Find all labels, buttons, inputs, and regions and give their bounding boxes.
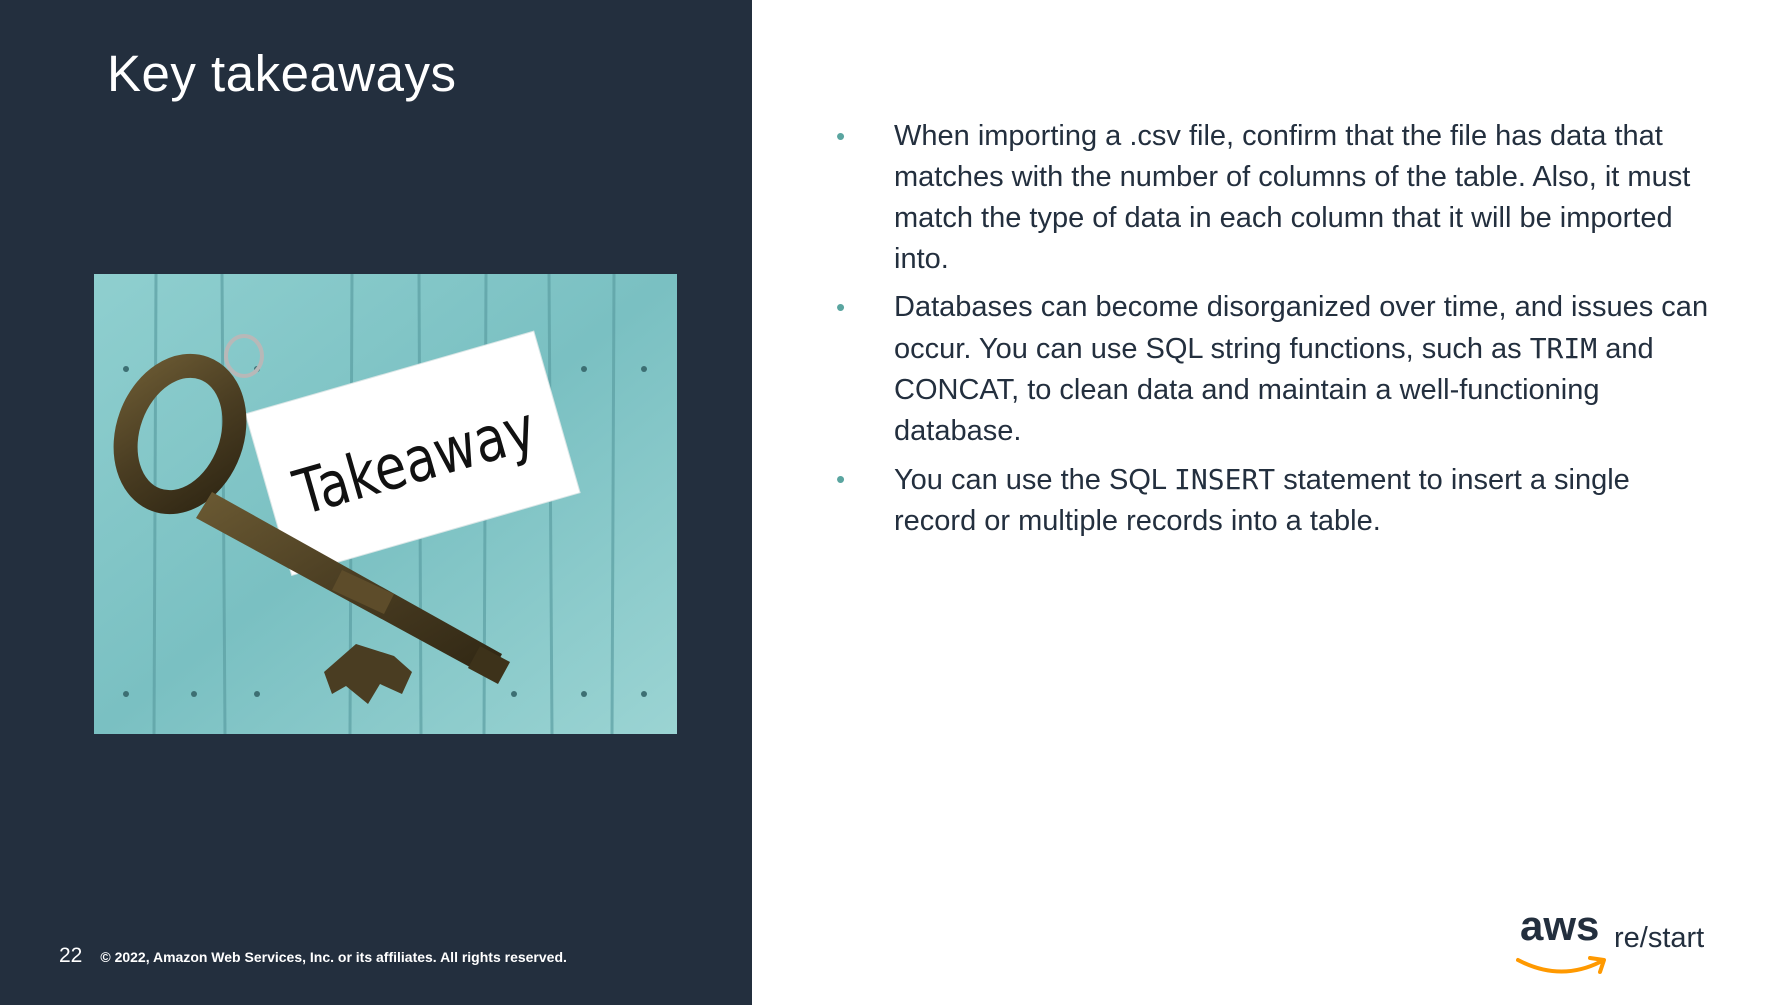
copyright-notice: © 2022, Amazon Web Services, Inc. or its… [100,949,567,965]
bullet-text-part: You can use the SQL [894,464,1175,496]
slide-footer: 22 © 2022, Amazon Web Services, Inc. or … [59,944,567,968]
code-insert: INSERT [1174,463,1276,496]
title-panel: Key takeaways Takeaway 22 © 2022, Amazon… [0,0,752,1005]
list-item: • Databases can become disorganized over… [836,287,1716,452]
takeaway-key-image: Takeaway [94,274,677,734]
slide-title: Key takeaways [107,45,457,102]
code-trim: TRIM [1529,332,1598,365]
list-item: • You can use the SQL INSERT statement t… [836,459,1716,542]
restart-wordmark: re/start [1614,922,1705,954]
bullet-text: When importing a .csv file, confirm that… [894,120,1691,275]
bullet-icon: • [836,121,846,151]
page-number: 22 [59,944,83,967]
aws-restart-logo: aws re/start [1516,902,1705,980]
aws-wordmark: aws [1520,902,1600,949]
takeaways-list: • When importing a .csv file, confirm th… [836,116,1716,549]
aws-smile-icon [1516,956,1606,974]
bullet-icon: • [836,464,846,494]
list-item: • When importing a .csv file, confirm th… [836,116,1716,280]
bullet-icon: • [836,292,846,322]
